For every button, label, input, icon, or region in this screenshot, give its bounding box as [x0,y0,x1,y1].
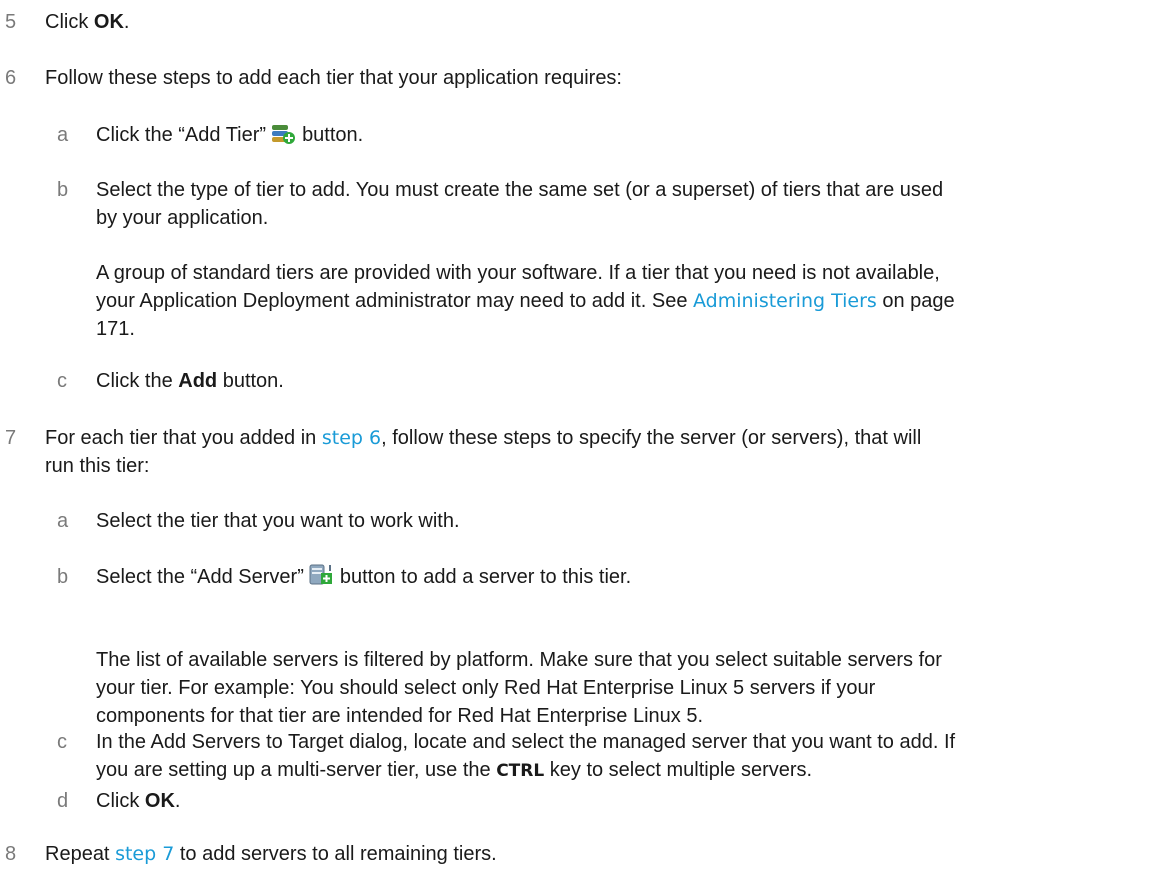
add-tier-icon [270,123,296,153]
substep-text: Click the Add button. [96,370,284,392]
substep-text: In the Add Servers to Target dialog, loc… [96,731,956,781]
step-number: 6 [5,67,17,89]
step-7-link[interactable]: step 7 [115,843,174,865]
step-6-link[interactable]: step 6 [322,427,381,449]
substep-letter: b [57,179,69,201]
substep-text: Select the “Add Server” button to add a … [96,563,1156,595]
substep-letter: b [57,566,69,588]
step-text: Follow these steps to add each tier that… [45,67,622,89]
add-server-icon [308,563,334,595]
substep-letter: c [57,370,67,392]
substep-text: Select the tier that you want to work wi… [96,510,460,532]
step-number: 8 [5,843,17,865]
substep-letter: a [57,124,69,146]
ok-label: OK [93,11,124,33]
substep-letter: c [57,731,67,753]
step-number: 5 [5,11,17,33]
substep-letter: a [57,510,69,532]
step-number: 7 [5,427,17,449]
step-6b-note: A group of standard tiers are provided w… [96,262,955,340]
substep-text: Select the type of tier to add. You must… [96,179,944,229]
step-text: Click OK. [45,11,130,33]
substep-text: Click the “Add Tier” button. [96,121,1156,153]
step-text: For each tier that you added in step 6, … [45,427,922,477]
administering-tiers-link[interactable]: Administering Tiers [693,290,877,312]
step-text: Repeat step 7 to add servers to all rema… [45,843,497,865]
substep-text: Click OK. [96,790,181,812]
ok-label: OK [144,790,175,812]
ctrl-key-label: CTRL [496,761,545,781]
step-7b-note: The list of available servers is filtere… [96,649,942,727]
add-label: Add [178,370,218,392]
substep-letter: d [57,790,69,812]
